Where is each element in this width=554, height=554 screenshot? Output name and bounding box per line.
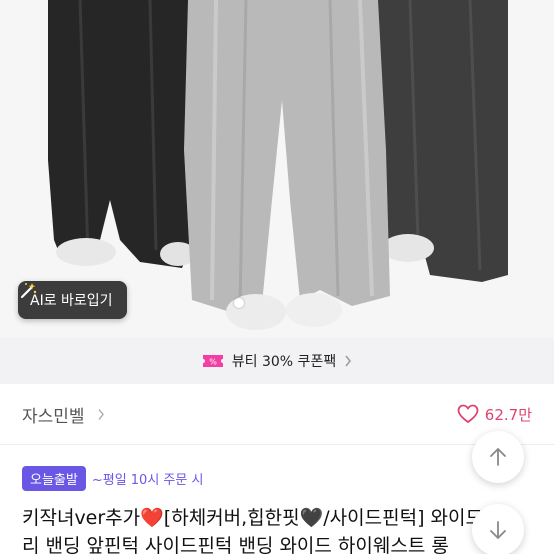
arrow-up-icon [490,448,506,466]
product-title-line-1: 키작녀ver추가❤️[하체커버,힙한핏🖤/사이드핀턱] 와이드 [22,507,483,529]
scroll-up-button[interactable] [472,431,524,483]
like-count: 62.7만 [484,405,532,424]
delivery-cutoff-note: ~평일 10시 주문 시 [91,473,204,488]
store-link[interactable]: 자스민벨 [22,402,105,427]
heart-icon [457,404,479,424]
arrow-down-icon [490,521,506,539]
store-row: 자스민벨 62.7만 [0,384,554,444]
section-divider [0,444,554,445]
carousel-indicator-dot [234,298,244,308]
like-button[interactable]: 62.7만 [457,404,532,425]
chevron-right-icon [98,408,104,420]
product-title-line-2: 리 밴딩 앞핀턱 사이드핀턱 밴딩 와이드 하이웨스트 롱 [22,535,449,554]
delivery-info: 오늘출발 ~평일 10시 주문 시 [22,466,203,491]
coupon-banner[interactable]: % 뷰티 30% 쿠폰팩 [0,338,554,384]
magic-wand-icon [20,283,37,299]
product-image[interactable]: AI로 바로입기 [0,0,554,338]
coupon-ticket-icon: % [202,355,223,367]
scroll-down-button[interactable] [472,504,524,554]
product-title: 키작녀ver추가❤️[하체커버,힙한핏🖤/사이드핀턱] 와이드 리 밴딩 앞핀턱… [22,504,512,554]
today-shipping-badge: 오늘출발 [22,466,86,491]
coupon-banner-text: 뷰티 30% 쿠폰팩 [231,354,337,370]
ai-try-on-button[interactable]: AI로 바로입기 [18,281,127,319]
ai-try-on-label: AI로 바로입기 [30,293,113,309]
store-name: 자스민벨 [22,406,85,427]
svg-text:%: % [209,358,217,367]
chevron-right-icon [345,355,352,367]
